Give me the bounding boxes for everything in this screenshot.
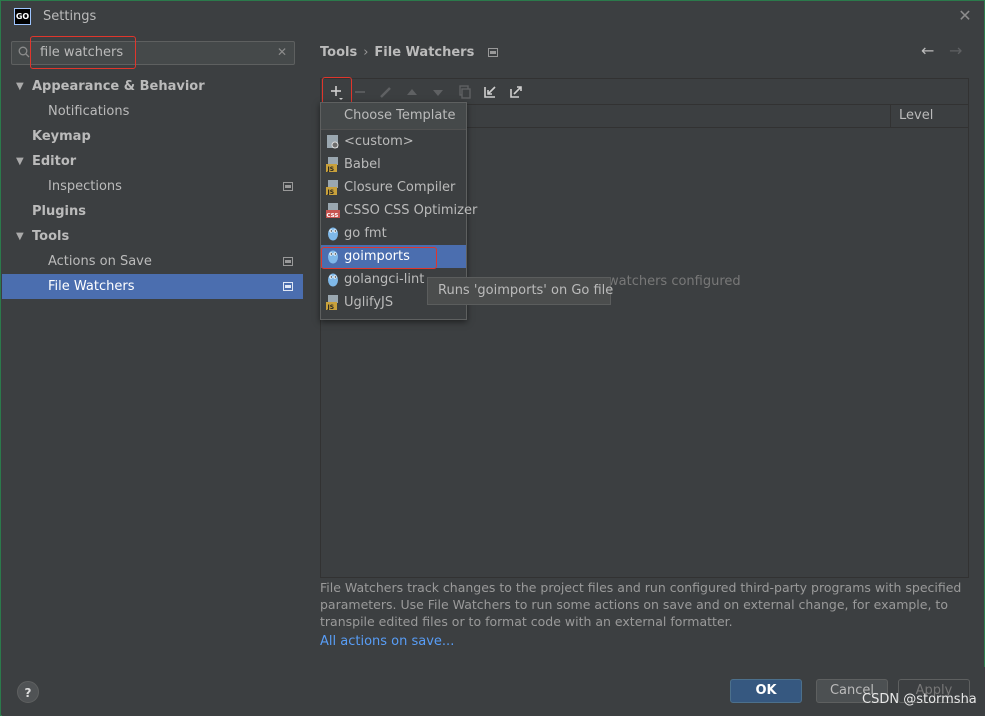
sidebar-item-label: Tools <box>32 229 70 244</box>
sidebar-item-keymap[interactable]: Keymap <box>2 124 303 149</box>
project-scope-icon <box>283 257 293 266</box>
arrow-up-icon <box>407 89 417 95</box>
template-item-label: Babel <box>344 157 381 172</box>
import-button[interactable] <box>480 82 500 102</box>
breadcrumb-separator: › <box>363 45 369 60</box>
template-item-label: Closure Compiler <box>344 180 456 195</box>
custom-watcher-icon <box>326 134 340 149</box>
expand-arrow-icon[interactable]: ▼ <box>16 224 24 249</box>
js-watcher-icon: JS <box>326 157 340 173</box>
css-watcher-icon: CSS <box>326 203 340 219</box>
add-button-highlight-box <box>322 77 352 105</box>
project-scope-icon <box>283 182 293 191</box>
minus-icon <box>355 91 365 93</box>
sidebar-item-label: Inspections <box>48 179 122 194</box>
template-item-babel[interactable]: JS Babel <box>321 153 466 176</box>
export-icon <box>510 86 522 98</box>
project-scope-icon <box>488 48 499 57</box>
move-up-button[interactable] <box>402 82 422 102</box>
gopher-icon <box>326 272 340 287</box>
template-item-custom[interactable]: <custom> <box>321 130 466 153</box>
template-item-closure-compiler[interactable]: JS Closure Compiler <box>321 176 466 199</box>
column-level[interactable]: Level <box>890 105 968 127</box>
template-item-go-fmt[interactable]: go fmt <box>321 222 466 245</box>
svg-text:JS: JS <box>327 189 335 195</box>
sidebar-item-plugins[interactable]: Plugins <box>2 199 303 224</box>
search-highlight-box <box>30 36 136 69</box>
sidebar-item-actions-on-save[interactable]: Actions on Save <box>2 249 303 274</box>
breadcrumb-parent[interactable]: Tools <box>320 45 357 60</box>
expand-arrow-icon[interactable]: ▼ <box>16 149 24 174</box>
template-item-label: <custom> <box>344 134 414 149</box>
goimports-highlight-box <box>321 247 437 269</box>
template-item-label: go fmt <box>344 226 387 241</box>
sidebar-item-appearance-behavior[interactable]: ▼ Appearance & Behavior <box>2 74 303 99</box>
expand-arrow-icon[interactable]: ▼ <box>16 74 24 99</box>
help-button[interactable]: ? <box>17 681 39 703</box>
dialog-button-bar: ? OK Cancel Apply CSDN @stormsha <box>2 667 985 716</box>
settings-dialog: GO Settings ✕ file watchers ✕ ▼ Appearanc… <box>0 0 985 716</box>
sidebar-item-label: Appearance & Behavior <box>32 79 205 94</box>
watchers-toolbar <box>321 79 968 104</box>
template-item-label: golangci-lint <box>344 272 425 287</box>
sidebar-item-tools[interactable]: ▼ Tools <box>2 224 303 249</box>
empty-table-text: watchers configured <box>608 274 741 289</box>
js-watcher-icon: JS <box>326 295 340 311</box>
title-bar: GO Settings ✕ <box>1 1 984 33</box>
goland-app-icon: GO <box>14 8 31 25</box>
settings-sidebar: file watchers ✕ ▼ Appearance & Behavior No… <box>2 33 303 667</box>
popup-title: Choose Template <box>321 103 466 130</box>
breadcrumb-current: File Watchers <box>374 45 475 60</box>
forward-arrow-icon[interactable]: → <box>949 41 962 60</box>
all-actions-on-save-link[interactable]: All actions on save... <box>320 634 454 649</box>
sidebar-item-file-watchers[interactable]: File Watchers <box>2 274 303 299</box>
sidebar-item-inspections[interactable]: Inspections <box>2 174 303 199</box>
sidebar-item-label: Editor <box>32 154 77 169</box>
js-watcher-icon: JS <box>326 180 340 196</box>
settings-tree: ▼ Appearance & Behavior Notifications Keyma… <box>2 74 303 299</box>
arrow-down-icon <box>433 90 443 96</box>
window-title: Settings <box>43 9 97 24</box>
copy-watcher-button[interactable] <box>454 82 474 102</box>
remove-watcher-button[interactable] <box>350 82 370 102</box>
ok-button[interactable]: OK <box>730 679 802 703</box>
pencil-icon <box>380 87 391 98</box>
clear-search-icon[interactable]: ✕ <box>277 45 287 59</box>
goimports-tooltip: Runs 'goimports' on Go file <box>427 277 613 305</box>
sidebar-item-label: Notifications <box>48 104 130 119</box>
svg-text:JS: JS <box>327 304 335 310</box>
template-item-csso-css-optimizer[interactable]: CSS CSSO CSS Optimizer <box>321 199 477 222</box>
sidebar-item-label: Actions on Save <box>48 254 152 269</box>
file-watchers-description: File Watchers track changes to the proje… <box>320 580 962 629</box>
export-button[interactable] <box>506 82 526 102</box>
sidebar-item-label: File Watchers <box>48 279 135 294</box>
breadcrumb: Tools › File Watchers <box>320 45 499 60</box>
template-item-label: UglifyJS <box>344 295 394 310</box>
move-down-button[interactable] <box>428 82 448 102</box>
svg-text:CSS: CSS <box>327 213 339 218</box>
watermark: CSDN @stormsha <box>862 692 977 707</box>
sidebar-item-label: Plugins <box>32 204 86 219</box>
svg-text:JS: JS <box>327 166 335 172</box>
template-item-label: CSSO CSS Optimizer <box>344 203 478 218</box>
close-icon[interactable]: ✕ <box>956 7 974 25</box>
project-scope-icon <box>283 282 293 291</box>
sidebar-item-notifications[interactable]: Notifications <box>2 99 303 124</box>
gopher-icon <box>326 226 340 241</box>
sidebar-item-editor[interactable]: ▼ Editor <box>2 149 303 174</box>
back-arrow-icon[interactable]: ← <box>921 41 934 60</box>
sidebar-item-label: Keymap <box>32 129 91 144</box>
copy-icon <box>459 85 471 99</box>
import-icon <box>484 86 496 98</box>
edit-watcher-button[interactable] <box>376 82 396 102</box>
search-icon <box>18 46 30 58</box>
